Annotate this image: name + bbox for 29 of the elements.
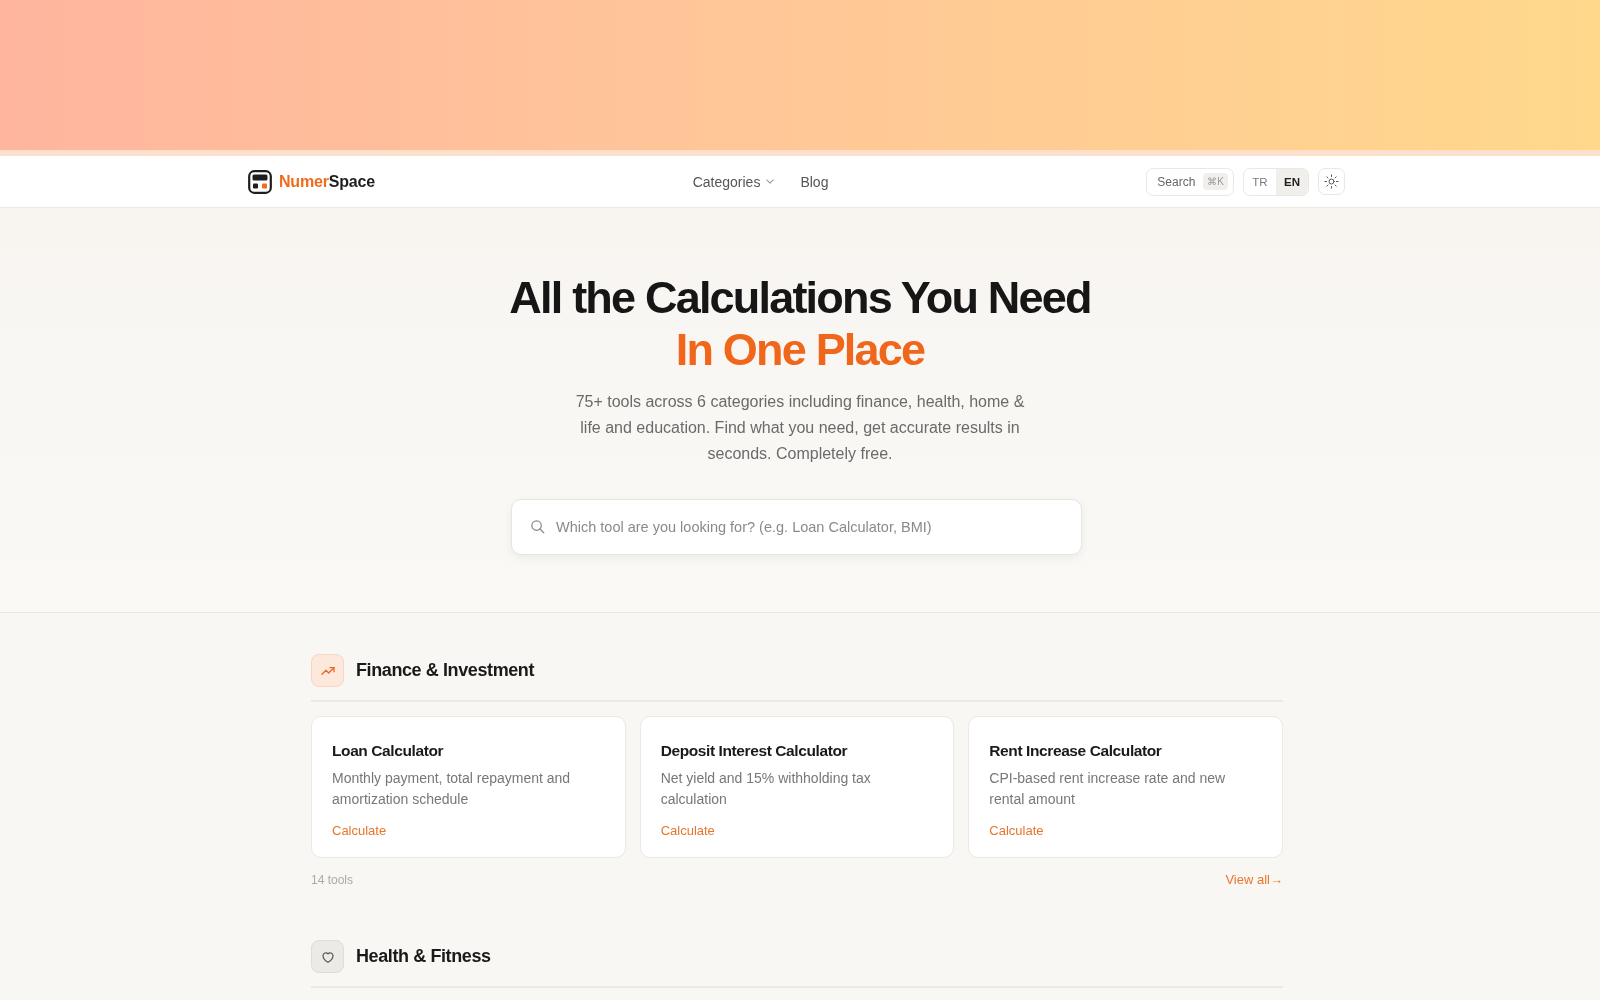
nav-link[interactable]: Blog: [800, 173, 829, 190]
search-icon: [530, 519, 545, 534]
headline: All the Calculations You Need: [508, 272, 1092, 324]
search-field[interactable]: Which tool are you looking for? (e.g. Loan Calculator, BMI): [511, 499, 1082, 555]
category-title: Health & Fitness: [356, 946, 491, 967]
nav-link[interactable]: Categories: [692, 173, 775, 190]
tool-title: Loan Calculator: [332, 741, 445, 761]
language-option[interactable]: TR: [1244, 168, 1276, 195]
search-button[interactable]: Search ⌘K: [1146, 167, 1234, 196]
brand-link[interactable]: NumerSpace: [248, 169, 375, 194]
tool-description: Net yield and 15% withholding tax calculation: [660, 769, 872, 809]
sun-icon: [1324, 174, 1339, 189]
tool-title: Deposit Interest Calculator: [660, 741, 849, 761]
trend-up-icon: [311, 654, 344, 687]
shortcut-key: ⌘K: [1203, 173, 1228, 190]
tool-count: 14 tools: [311, 872, 354, 888]
tool-card[interactable]: Deposit Interest Calculator Net yield and 15% withholding tax calculation Calculate: [639, 716, 955, 858]
tool-card[interactable]: Loan Calculator Monthly payment, total repayment and amortization schedule Calculate: [311, 716, 626, 858]
headline-highlight: In One Place: [674, 324, 926, 376]
language-option[interactable]: EN: [1276, 168, 1308, 195]
category-title: Finance & Investment: [356, 660, 535, 681]
tool-description: CPI-based rent increase rate and new rental amount: [989, 769, 1227, 809]
hero-description: 75+ tools across 6 categories including finance, health, home & life and education. Find what you need, get accurate results in seconds. Completely free.: [574, 392, 1026, 464]
logo-icon: [248, 169, 272, 194]
tool-card[interactable]: Rent Increase Calculator CPI-based rent increase rate and new rental amount Calculate: [968, 716, 1283, 858]
tool-title: Rent Increase Calculator: [989, 741, 1163, 761]
chevron-down-icon: [766, 179, 775, 184]
tool-description: Monthly payment, total repayment and amortization schedule: [332, 769, 572, 809]
theme-toggle-button[interactable]: [1318, 168, 1345, 195]
